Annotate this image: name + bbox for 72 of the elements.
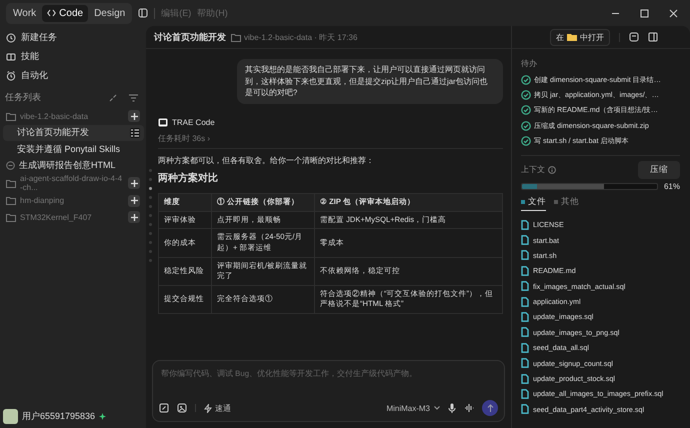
- chat-meta: vibe-1.2-basic-data · 昨天 17:36: [244, 32, 358, 42]
- add-button[interactable]: [128, 211, 140, 224]
- add-button[interactable]: [128, 110, 140, 122]
- microphone-icon[interactable]: [448, 403, 456, 413]
- section-title: 待办: [521, 58, 538, 69]
- file-icon: [521, 296, 529, 307]
- usage-reading: 61%: [664, 182, 680, 191]
- code-icon: [47, 9, 56, 17]
- lightning-icon: [204, 404, 212, 412]
- user-name[interactable]: 用户65591795836: [22, 410, 96, 422]
- folder-icon: [231, 32, 241, 42]
- nav-item[interactable]: 新建任务: [3, 28, 144, 47]
- file-icon: [521, 358, 529, 368]
- file-icon: [521, 327, 529, 338]
- info-icon[interactable]: [548, 166, 556, 174]
- mode-selector[interactable]: 速通: [204, 402, 231, 414]
- model-selector[interactable]: MiniMax-M3: [386, 404, 440, 412]
- compress-button[interactable]: 压缩: [638, 160, 680, 179]
- sidebar-toggle-icon[interactable]: [648, 32, 658, 42]
- send-button[interactable]: [482, 400, 498, 416]
- agent-logo-icon: [158, 118, 168, 128]
- task-item[interactable]: 生成调研报告创意HTML: [3, 158, 144, 174]
- mode-tab[interactable]: Design: [89, 4, 130, 22]
- file-icon: [521, 220, 529, 230]
- filter-icon[interactable]: [129, 94, 138, 102]
- alarm-clock-icon: [6, 70, 16, 80]
- file-icon: [521, 374, 529, 384]
- chat-title: 讨论首页功能开发: [154, 30, 226, 44]
- mode-tab[interactable]: Code: [42, 4, 88, 22]
- file-icon: [521, 250, 529, 260]
- answer-text: 两种方案都可以，但各有取舍。给你一个清晰的对比和推荐：: [158, 155, 375, 166]
- nav-item[interactable]: 技能: [3, 47, 144, 66]
- project-folder[interactable]: ai-agent-scaffold-draw-io-4-4-ch...: [20, 174, 124, 192]
- file-icon: [521, 342, 529, 353]
- add-button[interactable]: [128, 177, 140, 190]
- task-duration[interactable]: 任务耗时 36s ›: [158, 134, 210, 144]
- panel-tab[interactable]: 其他: [554, 196, 579, 211]
- task-item[interactable]: 安装并遵循 Ponytail Skills: [3, 141, 144, 158]
- file-icon: [521, 281, 529, 292]
- folder-icon: [567, 33, 577, 41]
- waveform-icon[interactable]: [464, 403, 474, 413]
- collapse-icon[interactable]: [109, 94, 117, 102]
- file-icon: [521, 235, 529, 246]
- caret-icon: [434, 406, 440, 410]
- nav-item[interactable]: 自动化: [3, 66, 144, 85]
- agent-name: TRAE Code: [172, 118, 215, 128]
- folder-icon: [6, 112, 16, 121]
- open-in-folder-button[interactable]: 在 中打开: [550, 28, 610, 46]
- section-title: 任务列表: [5, 91, 42, 104]
- answer-heading: 两种方案对比: [158, 171, 219, 186]
- panel-icon[interactable]: [629, 32, 639, 42]
- file-icon: [521, 404, 529, 414]
- new-task-icon: [6, 32, 16, 42]
- minus-circle-icon: [6, 161, 15, 170]
- file-icon: [521, 266, 529, 276]
- sidebar-toggle-icon[interactable]: [138, 8, 148, 18]
- add-button[interactable]: [128, 194, 140, 207]
- skills-icon: [6, 52, 16, 62]
- arrow-up-icon: [486, 404, 494, 412]
- file-icon: [521, 388, 529, 399]
- sparkle-icon: [99, 412, 106, 420]
- avatar[interactable]: [3, 408, 18, 424]
- list-icon[interactable]: [130, 128, 140, 138]
- task-item[interactable]: 讨论首页功能开发: [3, 124, 144, 141]
- image-icon[interactable]: [177, 403, 187, 413]
- section-title: 上下文: [521, 164, 545, 176]
- mode-tab[interactable]: Work: [8, 4, 42, 22]
- close-icon[interactable]: [669, 8, 678, 18]
- file-icon: [521, 312, 529, 322]
- panel-tab[interactable]: 文件: [521, 196, 546, 211]
- edit-icon[interactable]: [159, 403, 169, 413]
- maximize-icon[interactable]: [640, 8, 649, 18]
